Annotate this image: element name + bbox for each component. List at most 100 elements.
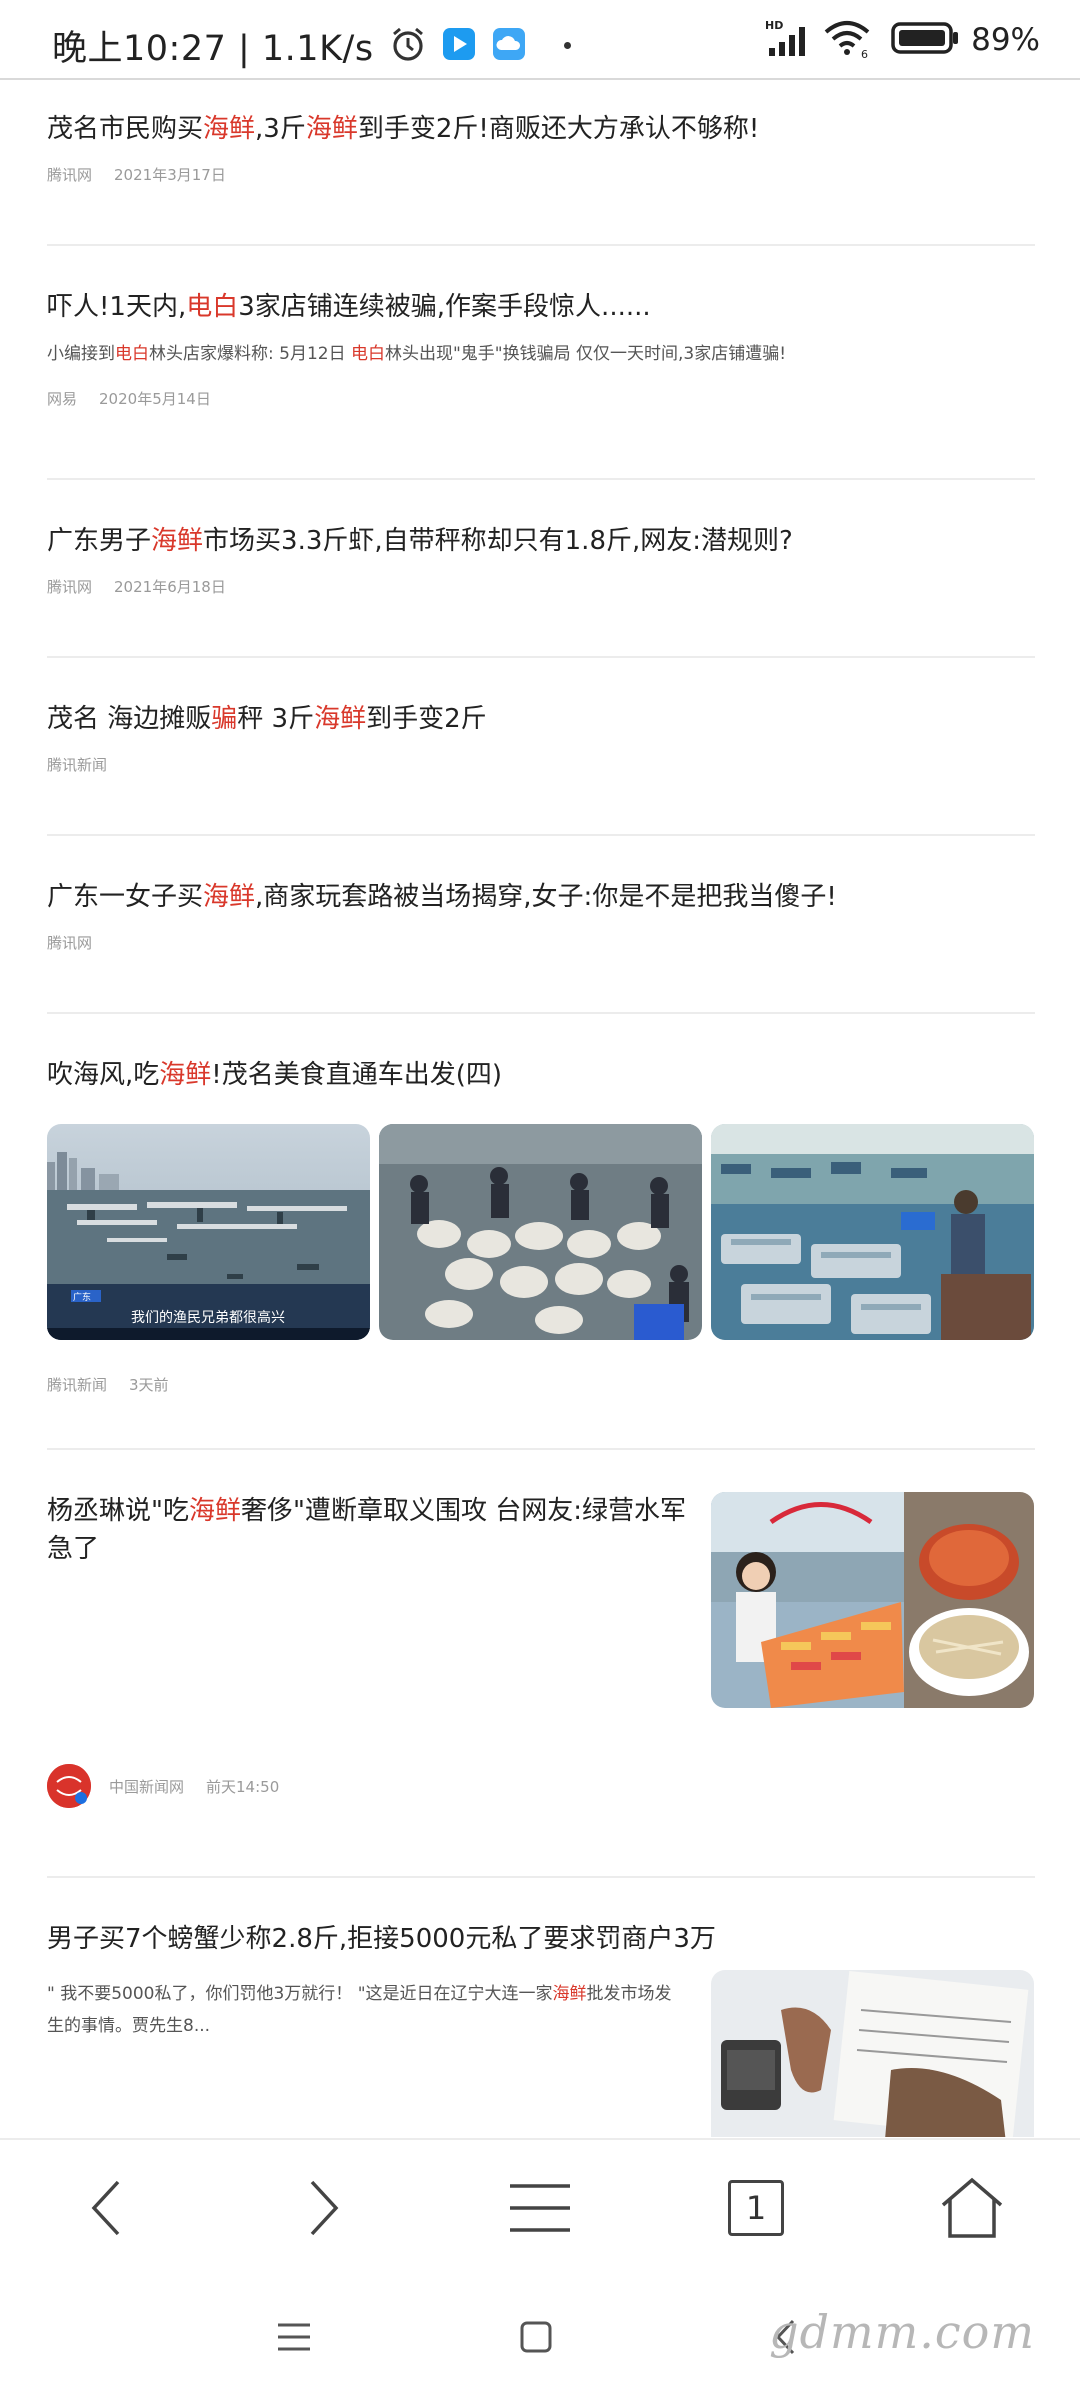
highlight-keyword: 电白	[186, 292, 239, 322]
divider	[47, 656, 1035, 658]
text-segment: ,3斤	[255, 114, 306, 144]
thumb-caption: 广东	[73, 1291, 91, 1303]
alarm-icon	[390, 26, 426, 66]
text-segment: 吓人!1天内,	[47, 292, 187, 322]
forward-button[interactable]	[282, 2168, 362, 2248]
divider	[47, 478, 1035, 480]
highlight-keyword: 海鲜	[203, 882, 256, 912]
fish-market-image[interactable]	[379, 1124, 702, 1340]
news-title[interactable]: 杨丞琳说"吃海鲜奢侈"遭断章取义围攻 台网友:绿营水军急了	[47, 1492, 687, 1568]
news-meta: 中国新闻网 前天14:50	[47, 1764, 279, 1808]
text-segment: 林头出现"鬼手"换钱骗局 仅仅一天时间,3家店铺遭骗!	[384, 344, 787, 364]
highlight-keyword: 海鲜	[305, 114, 358, 144]
highlight-keyword: 电白	[115, 344, 149, 364]
news-item[interactable]: 男子买7个螃蟹少称2.8斤,拒接5000元私了要求罚商户3万 " 我不要5000…	[47, 1920, 1035, 2137]
back-icon	[91, 2180, 120, 2236]
receipt-image[interactable]	[711, 1970, 1034, 2137]
news-source: 网易	[47, 390, 78, 408]
news-item[interactable]: 茂名 海边摊贩骗秤 3斤海鲜到手变2斤 腾讯新闻	[47, 700, 1035, 775]
divider	[47, 1012, 1035, 1014]
text-segment: 到手变2斤	[366, 704, 487, 734]
news-time: 2020年5月14日	[99, 390, 211, 408]
back-button[interactable]	[68, 2168, 148, 2248]
fishermen-image[interactable]	[711, 1124, 1034, 1340]
text-segment: 3家店铺连续被骗,作案手段惊人......	[238, 292, 651, 322]
recent-apps-icon	[278, 2323, 310, 2351]
news-title[interactable]: 广东男子海鲜市场买3.3斤虾,自带秤称却只有1.8斤,网友:潜规则?	[47, 522, 1035, 560]
text-segment: 林头店家爆料称: 5月12日	[149, 344, 351, 364]
news-meta: 腾讯网 2021年6月18日	[47, 576, 1035, 597]
menu-button[interactable]	[500, 2168, 580, 2248]
text-segment: 杨丞琳说"吃	[47, 1496, 189, 1526]
divider	[47, 834, 1035, 836]
news-title[interactable]: 男子买7个螃蟹少称2.8斤,拒接5000元私了要求罚商户3万	[47, 1920, 1035, 1958]
tabs-icon: 1	[728, 2180, 784, 2236]
text-segment: 茂名市民购买	[47, 114, 204, 144]
news-meta: 腾讯网 2021年3月17日	[47, 164, 1035, 185]
news-summary: " 我不要5000私了，你们罚他3万就行！ "这是近日在辽宁大连一家海鲜批发市场…	[47, 1978, 687, 2042]
svg-text:HD: HD	[765, 19, 783, 32]
news-item[interactable]: 广东一女子买海鲜,商家玩套路被当场揭穿,女子:你是不是把我当傻子! 腾讯网	[47, 878, 1035, 953]
tabs-button[interactable]: 1	[716, 2168, 796, 2248]
news-item[interactable]: 广东男子海鲜市场买3.3斤虾,自带秤称却只有1.8斤,网友:潜规则? 腾讯网 2…	[47, 522, 1035, 597]
text-segment: 男子买7个螃蟹少称2.8斤,拒接5000元私了要求罚商户3万	[47, 1924, 716, 1954]
watermark: gdmm.com	[769, 2305, 1035, 2359]
highlight-keyword: 海鲜	[151, 526, 204, 556]
news-item[interactable]: 杨丞琳说"吃海鲜奢侈"遭断章取义围攻 台网友:绿营水军急了 中国新闻网 前天14…	[47, 1492, 1035, 1852]
text-segment: 广东男子	[47, 526, 152, 556]
text-segment: " 我不要5000私了，你们罚他3万就行！ "这是近日在辽宁大连一家	[47, 1984, 553, 2004]
thumb-caption: 我们的渔民兄弟都很高兴	[131, 1309, 285, 1326]
news-item[interactable]: 吹海风,吃海鲜!茂名美食直通车出发(四) 我们的渔民兄弟都很高兴 广东 腾讯新闻…	[47, 1056, 1035, 1476]
wifi-icon: 6	[823, 18, 873, 62]
news-item[interactable]: 吓人!1天内,电白3家店铺连续被骗,作案手段惊人...... 小编接到电白林头店…	[47, 288, 1035, 409]
video-app-icon	[442, 27, 476, 65]
battery-icon	[891, 20, 961, 60]
harbor-image[interactable]: 我们的渔民兄弟都很高兴 广东	[47, 1124, 370, 1340]
actress-crab-image[interactable]	[711, 1492, 1034, 1708]
notification-dot-icon	[563, 42, 571, 49]
news-feed[interactable]: 茂名市民购买海鲜,3斤海鲜到手变2斤!商贩还大方承认不够称! 腾讯网 2021年…	[0, 82, 1080, 2137]
text-segment: 吹海风,吃	[47, 1060, 160, 1090]
news-title[interactable]: 广东一女子买海鲜,商家玩套路被当场揭穿,女子:你是不是把我当傻子!	[47, 878, 1035, 916]
browser-toolbar: 1	[0, 2138, 1080, 2274]
square-home-icon	[520, 2321, 552, 2353]
news-source: 腾讯网	[47, 578, 93, 596]
news-summary: 小编接到电白林头店家爆料称: 5月12日 电白林头出现"鬼手"换钱骗局 仅仅一天…	[47, 340, 1035, 368]
source-avatar	[47, 1764, 91, 1808]
text-segment: 到手变2斤!商贩还大方承认不够称!	[357, 114, 760, 144]
news-title[interactable]: 茂名市民购买海鲜,3斤海鲜到手变2斤!商贩还大方承认不够称!	[47, 110, 1035, 148]
news-source: 腾讯新闻	[47, 1376, 108, 1394]
news-time: 3天前	[129, 1376, 169, 1394]
news-title[interactable]: 吓人!1天内,电白3家店铺连续被骗,作案手段惊人......	[47, 288, 1035, 326]
signal-icon: HD	[765, 18, 815, 62]
text-segment: 市场买3.3斤虾,自带秤称却只有1.8斤,网友:潜规则?	[203, 526, 793, 556]
news-title[interactable]: 茂名 海边摊贩骗秤 3斤海鲜到手变2斤	[47, 700, 1035, 738]
highlight-keyword: 骗	[211, 704, 238, 734]
news-source: 腾讯新闻	[47, 756, 108, 774]
highlight-keyword: 海鲜	[159, 1060, 212, 1090]
news-meta: 腾讯新闻	[47, 754, 1035, 775]
battery-percent: 89%	[971, 22, 1040, 58]
news-meta: 腾讯新闻 3天前	[47, 1374, 169, 1395]
highlight-keyword: 海鲜	[552, 1984, 587, 2004]
highlight-keyword: 海鲜	[203, 114, 256, 144]
tab-count: 1	[745, 2189, 767, 2227]
text-segment: 秤 3斤	[237, 704, 315, 734]
home-system-button[interactable]	[506, 2312, 566, 2362]
divider	[47, 244, 1035, 246]
text-segment: 广东一女子买	[47, 882, 204, 912]
highlight-keyword: 海鲜	[188, 1496, 241, 1526]
news-source: 腾讯网	[47, 934, 93, 952]
news-title[interactable]: 吹海风,吃海鲜!茂名美食直通车出发(四)	[47, 1056, 1035, 1094]
recent-apps-button[interactable]	[264, 2312, 324, 2362]
home-button[interactable]	[932, 2168, 1012, 2248]
text-segment: ,商家玩套路被当场揭穿,女子:你是不是把我当傻子!	[255, 882, 837, 912]
news-item[interactable]: 茂名市民购买海鲜,3斤海鲜到手变2斤!商贩还大方承认不够称! 腾讯网 2021年…	[47, 110, 1035, 185]
text-segment: 小编接到	[47, 344, 115, 364]
news-meta: 腾讯网	[47, 932, 1035, 953]
status-bar: 晚上10:27 | 1.1K/s HD 6 89%	[0, 0, 1080, 80]
svg-text:6: 6	[861, 48, 868, 58]
text-segment: 茂名 海边摊贩	[47, 704, 212, 734]
cloud-app-icon	[492, 27, 526, 65]
divider	[47, 1448, 1035, 1450]
